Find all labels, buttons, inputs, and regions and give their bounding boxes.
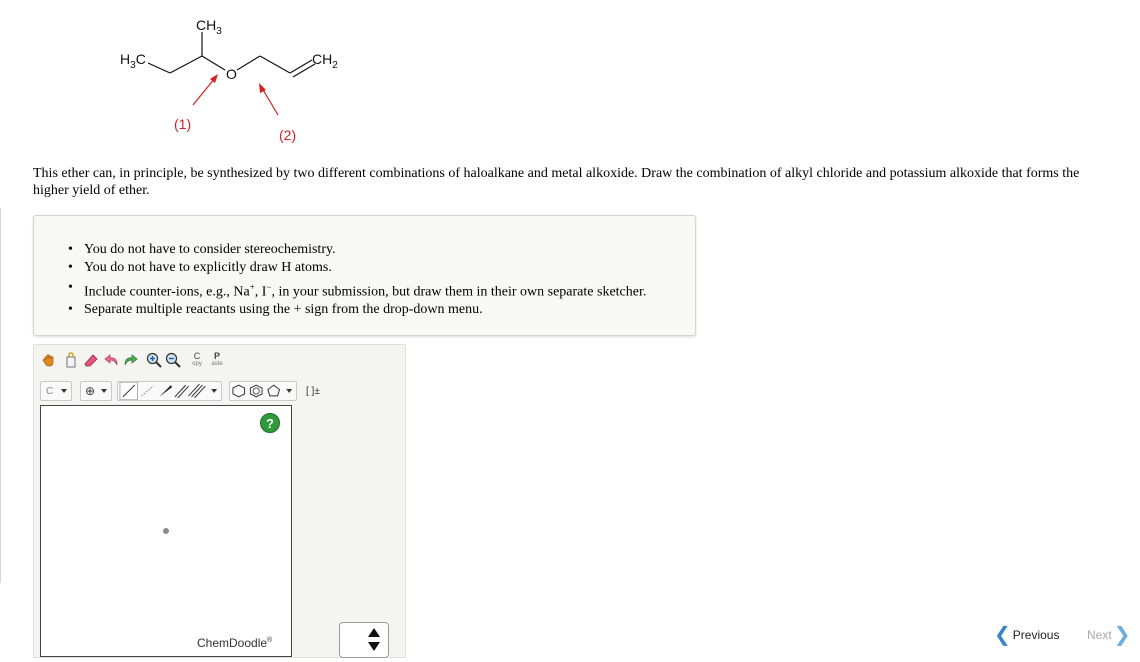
methyl-label-left: H3C — [120, 51, 146, 71]
ether-structure: CH3 H3C O CH2 (1) (2) — [100, 10, 380, 150]
hint-item: Separate multiple reactants using the + … — [68, 301, 646, 318]
hint-item: Include counter-ions, e.g., Na+, I−, in … — [68, 279, 646, 301]
ring-tools[interactable] — [229, 381, 297, 401]
next-button[interactable]: Next ❯ — [1087, 624, 1131, 646]
oxygen-label: O — [226, 66, 237, 82]
bond-label-2: (2) — [279, 127, 297, 143]
hint-item: You do not have to explicitly draw H ato… — [68, 259, 646, 276]
chevron-down-icon — [61, 389, 68, 393]
chemdoodle-brand: ChemDoodle® — [197, 636, 273, 650]
redo-icon[interactable] — [121, 351, 139, 369]
previous-button[interactable]: ❮ Previous — [994, 624, 1059, 646]
clear-icon[interactable] — [62, 351, 80, 369]
undo-icon[interactable] — [103, 351, 121, 369]
help-icon[interactable]: ? — [260, 413, 280, 433]
hint-box: You do not have to consider stereochemis… — [33, 215, 696, 336]
left-divider — [0, 208, 1, 583]
zoom-in-icon[interactable] — [145, 351, 163, 369]
charge-icon: ⊕ — [85, 384, 96, 398]
zoom-out-icon[interactable] — [164, 351, 182, 369]
element-dropdown[interactable]: C — [40, 381, 72, 401]
up-arrow-icon — [368, 628, 380, 637]
bond-label-1: (1) — [174, 116, 192, 132]
canvas-dot — [163, 528, 169, 534]
sketcher-stepper[interactable] — [339, 622, 389, 658]
methyl-label-top: CH3 — [196, 17, 222, 37]
hint-item: You do not have to consider stereochemis… — [68, 241, 646, 258]
chevron-left-icon: ❮ — [994, 624, 1011, 646]
methylene-label: CH2 — [312, 51, 338, 71]
bond-tools[interactable] — [117, 381, 222, 401]
hint-list: You do not have to consider stereochemis… — [34, 241, 646, 319]
chevron-right-icon: ❯ — [1113, 624, 1131, 646]
question-text: This ether can, in principle, be synthes… — [33, 166, 1080, 198]
chevron-down-icon — [101, 389, 108, 393]
hand-tool-icon[interactable] — [40, 351, 58, 369]
eraser-icon[interactable] — [82, 351, 100, 369]
paste-button[interactable]: Paste — [207, 349, 227, 371]
bracket-tool[interactable]: [ ]± — [303, 381, 325, 401]
down-arrow-icon — [368, 642, 380, 651]
copy-button[interactable]: Copy — [187, 349, 207, 371]
charge-dropdown[interactable]: ⊕ — [80, 381, 112, 401]
structure-bonds — [147, 32, 316, 116]
